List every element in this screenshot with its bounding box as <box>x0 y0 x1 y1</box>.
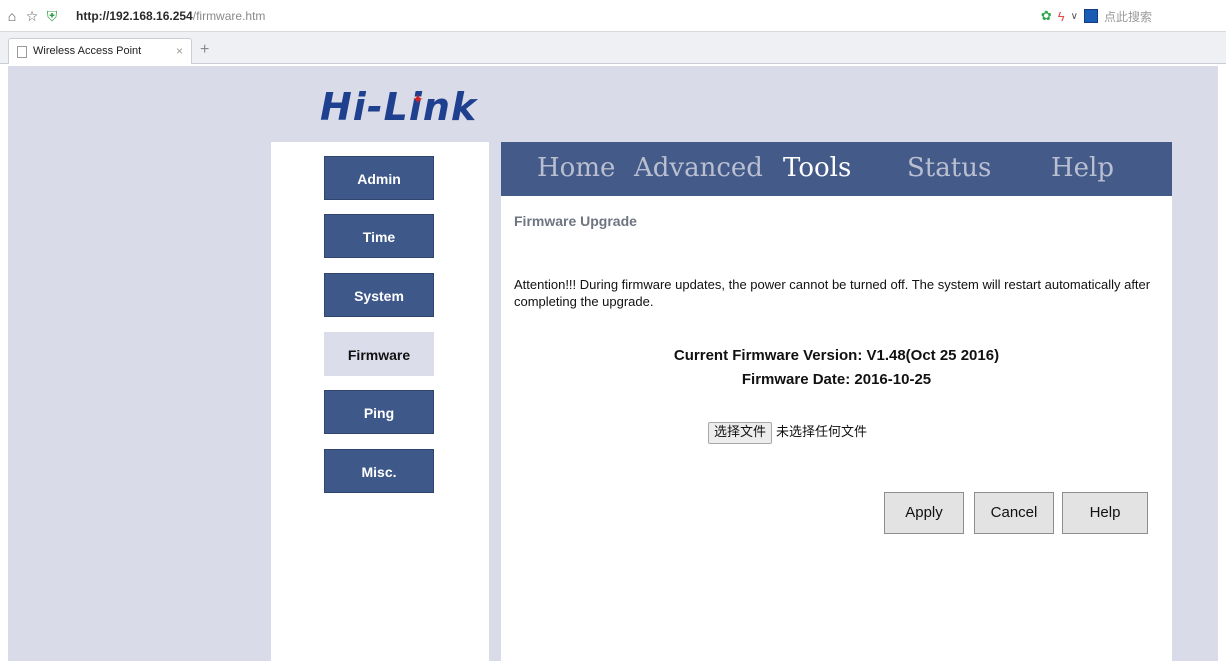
star-icon[interactable]: ☆ <box>24 8 40 24</box>
gear-icon[interactable]: ✿ <box>1041 8 1052 24</box>
tab-advanced[interactable]: Advanced <box>634 152 763 184</box>
tab-title: Wireless Access Point <box>33 45 142 57</box>
chevron-down-icon[interactable]: ∨ <box>1071 11 1078 22</box>
url-path: /firmware.htm <box>192 9 266 23</box>
brand-logo: Hi-Link ✦ <box>320 85 477 129</box>
url-field[interactable]: http://192.168.16.254/firmware.htm <box>76 8 265 24</box>
shield-icon: ⛨ <box>46 8 58 24</box>
firmware-version: Current Firmware Version: V1.48(Oct 25 2… <box>673 347 1000 364</box>
address-actions: ✿ ϟ ∨ 点此搜索 <box>1041 7 1152 25</box>
sidebar-item-misc[interactable]: Misc. <box>324 449 434 493</box>
browser-address-bar: ⌂ ☆ ⛨ http://192.168.16.254/firmware.htm… <box>0 0 1226 32</box>
document-icon <box>17 46 27 58</box>
page-title: Firmware Upgrade <box>514 213 637 229</box>
main-panel: Home Advanced Tools Status Help Firmware… <box>501 142 1172 661</box>
search-engine-icon[interactable] <box>1083 9 1098 23</box>
lightning-icon[interactable]: ϟ <box>1058 9 1065 24</box>
logo-text: Hi-Link <box>320 85 478 129</box>
choose-file-button[interactable]: 选择文件 <box>708 422 773 444</box>
tab-tools[interactable]: Tools <box>783 152 851 184</box>
sidebar-item-system[interactable]: System <box>324 273 434 317</box>
spark-icon: ✦ <box>412 92 425 108</box>
search-input[interactable]: 点此搜索 <box>1104 8 1152 25</box>
sidebar-item-time[interactable]: Time <box>324 214 434 258</box>
page-viewport: Hi-Link ✦ Admin Time System Firmware Pin… <box>8 66 1218 661</box>
file-status: 未选择任何文件 <box>776 425 868 440</box>
close-icon[interactable]: × <box>176 44 183 58</box>
home-icon[interactable]: ⌂ <box>4 8 20 24</box>
attention-message: Attention!!! During firmware updates, th… <box>514 277 1151 309</box>
sidebar-item-ping[interactable]: Ping <box>324 390 434 434</box>
browser-tab[interactable]: Wireless Access Point × <box>8 38 192 64</box>
help-button[interactable]: Help <box>1062 492 1148 534</box>
sidebar-item-firmware[interactable]: Firmware <box>324 332 434 376</box>
tab-status[interactable]: Status <box>907 152 991 184</box>
tab-home[interactable]: Home <box>537 152 615 184</box>
sidebar-item-admin[interactable]: Admin <box>324 156 434 200</box>
url-host: http://192.168.16.254 <box>76 9 193 23</box>
cancel-button[interactable]: Cancel <box>974 492 1054 534</box>
top-navigation: Home Advanced Tools Status Help <box>501 142 1172 196</box>
sidebar: Admin Time System Firmware Ping Misc. <box>271 142 489 661</box>
firmware-date: Firmware Date: 2016-10-25 <box>741 371 932 388</box>
tab-help[interactable]: Help <box>1051 152 1114 184</box>
apply-button[interactable]: Apply <box>884 492 964 534</box>
browser-tab-strip: Wireless Access Point × + <box>0 32 1226 64</box>
new-tab-button[interactable]: + <box>200 42 209 58</box>
file-input: 选择文件 未选择任何文件 <box>708 422 867 444</box>
